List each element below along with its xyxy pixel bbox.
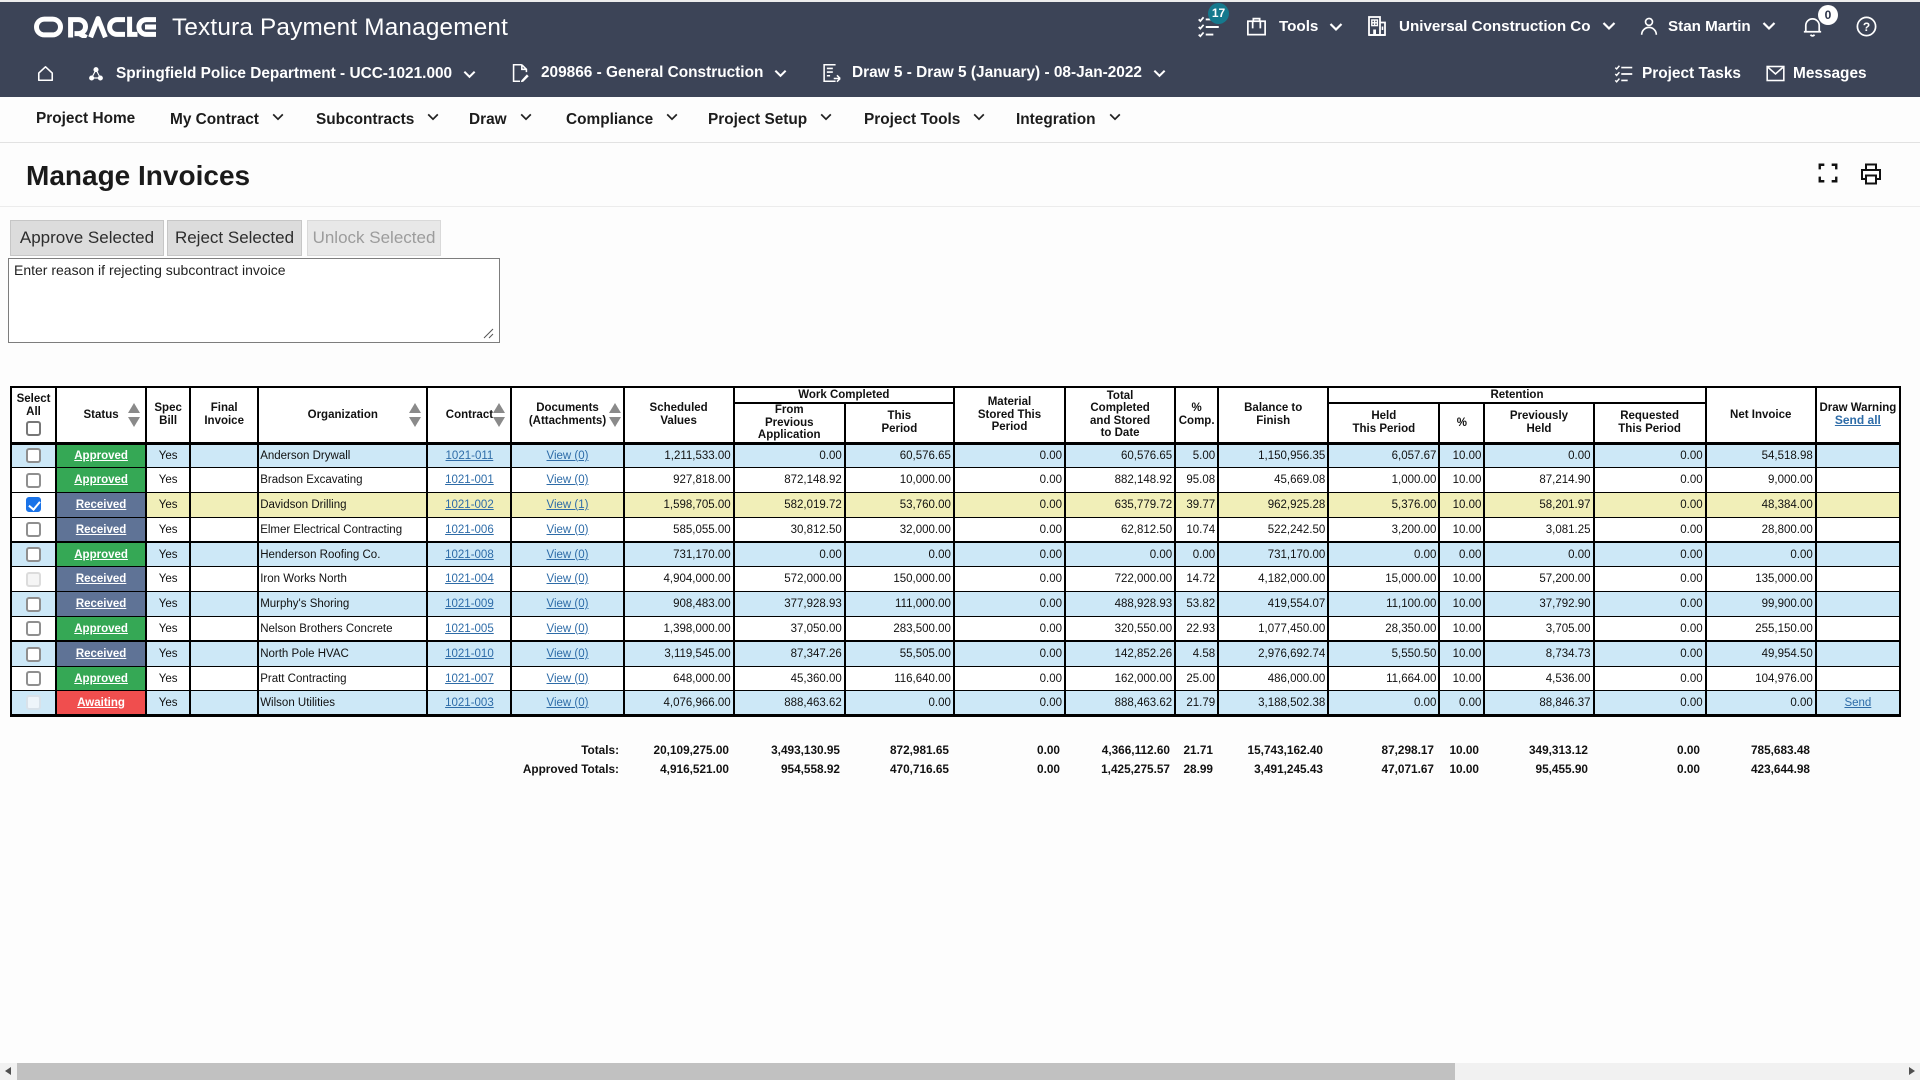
svg-text:?: ? (1863, 20, 1870, 34)
